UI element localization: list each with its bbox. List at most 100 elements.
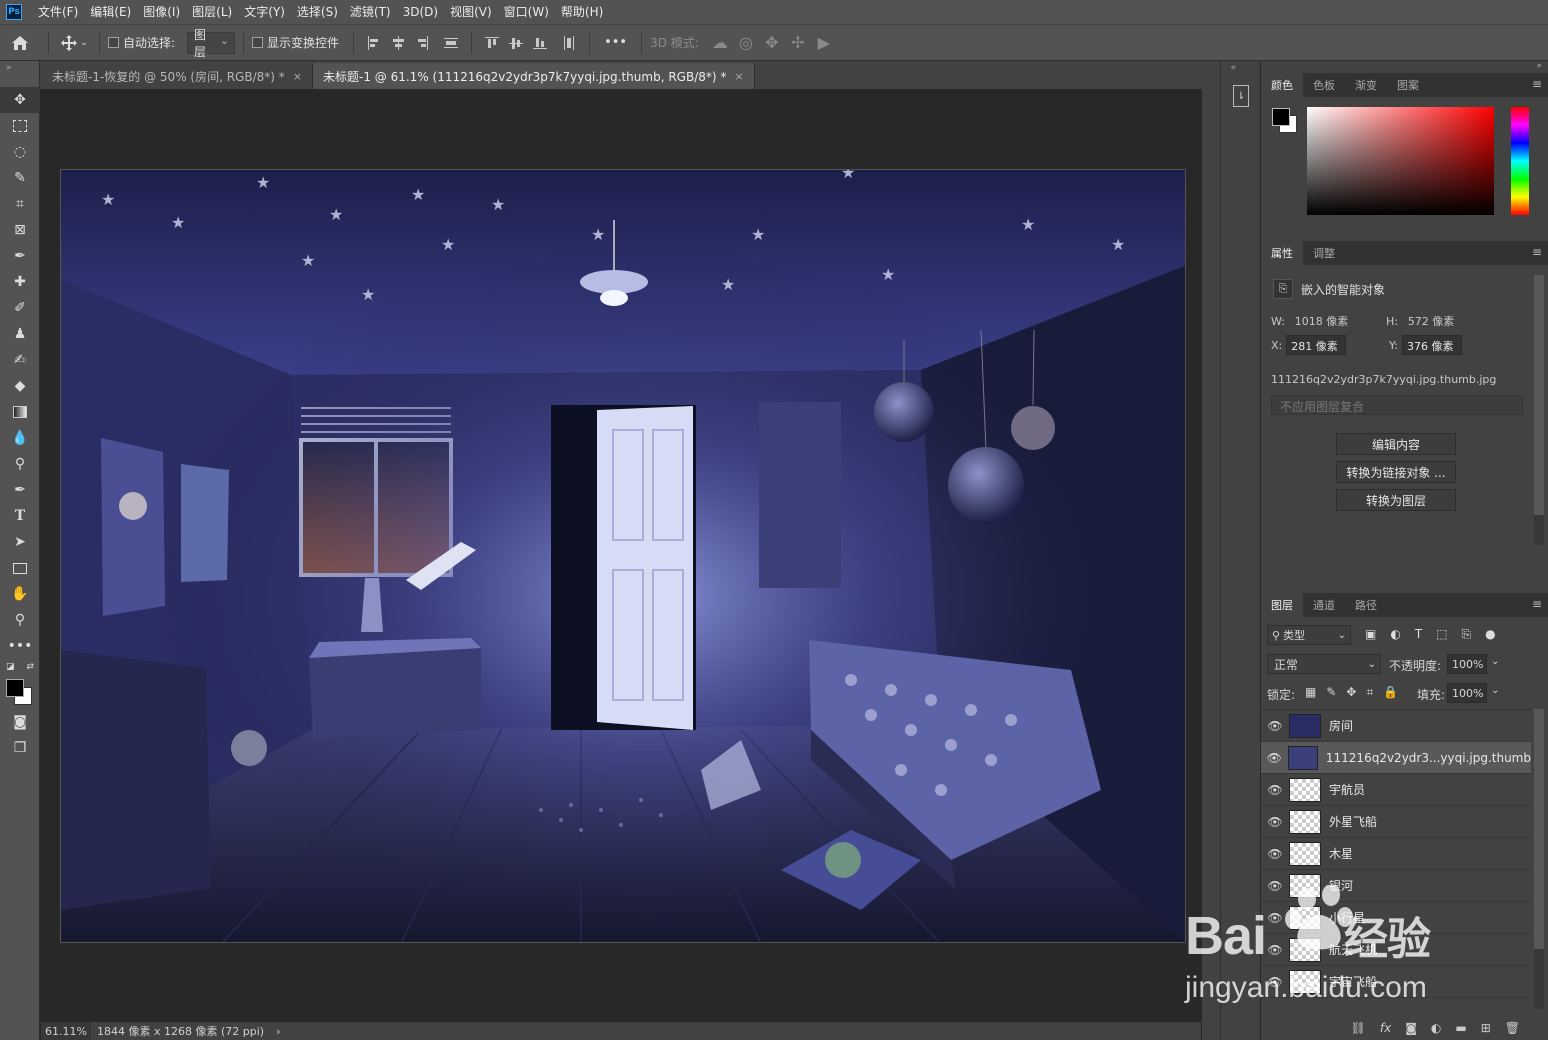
healing-tool[interactable]: ✚ <box>0 269 40 295</box>
adjustment-filter-icon[interactable]: ◐ <box>1390 627 1400 642</box>
pen-tool[interactable]: ✒ <box>0 477 40 503</box>
y-input[interactable]: 376 像素 <box>1401 335 1462 355</box>
lock-pixels-icon[interactable]: ✎ <box>1326 685 1336 700</box>
eye-icon[interactable]: 👁 <box>1261 975 1289 989</box>
tab-paths[interactable]: 路径 <box>1345 593 1387 617</box>
layer-name[interactable]: 房间 <box>1329 717 1353 734</box>
hue-slider[interactable] <box>1511 107 1529 215</box>
tab-document-recovered[interactable]: 未标题-1-恢复的 @ 50% (房间, RGB/8*) * × <box>42 63 313 89</box>
shape-filter-icon[interactable]: ⬚ <box>1436 627 1447 642</box>
eye-icon[interactable]: 👁 <box>1261 719 1289 733</box>
edit-toolbar-button[interactable]: ••• <box>0 633 40 659</box>
tab-properties[interactable]: 属性 <box>1261 241 1303 265</box>
rectangle-tool[interactable] <box>0 555 40 581</box>
tab-gradients[interactable]: 渐变 <box>1345 73 1387 97</box>
collapse-toolbar-icon[interactable]: » <box>0 61 39 87</box>
scrollbar-thumb[interactable] <box>1534 275 1544 515</box>
height-value[interactable]: 572 像素 <box>1408 315 1455 328</box>
quick-select-tool[interactable]: ✎ <box>0 165 40 191</box>
layer-row-spaceship[interactable]: 👁 宇宙飞船 <box>1261 966 1531 998</box>
panel-menu-icon[interactable]: ≡ <box>1532 597 1542 611</box>
layer-row-shuttle[interactable]: 👁 航天飞机 <box>1261 934 1531 966</box>
layer-comp-select[interactable]: 不应用图层复合 <box>1271 395 1523 415</box>
eyedropper-tool[interactable]: ✒ <box>0 243 40 269</box>
fill-input[interactable]: 100% <box>1447 683 1487 703</box>
collapse-panels-icon[interactable]: » <box>1261 61 1548 73</box>
close-icon[interactable]: × <box>734 70 743 83</box>
panel-fg-color-swatch[interactable] <box>1272 108 1290 126</box>
dodge-tool[interactable]: ⚲ <box>0 451 40 477</box>
brush-tool[interactable]: ✐ <box>0 295 40 321</box>
align-left-icon[interactable] <box>367 35 381 50</box>
stamp-tool[interactable]: ♟ <box>0 321 40 347</box>
3d-pan-icon[interactable]: ✥ <box>759 33 785 52</box>
layer-row-galaxy[interactable]: 👁 银河 <box>1261 870 1531 902</box>
eye-icon[interactable]: 👁 <box>1261 879 1289 893</box>
screen-mode-button[interactable]: ❐ <box>0 735 40 761</box>
layer-row-alien-ship[interactable]: 👁 外星飞船 <box>1261 806 1531 838</box>
fx-icon[interactable]: fx <box>1380 1021 1391 1035</box>
layer-row-room[interactable]: 👁 房间 <box>1261 710 1531 742</box>
menu-file[interactable]: 文件(F) <box>32 0 84 24</box>
blur-tool[interactable]: 💧 <box>0 425 40 451</box>
filter-toggle-icon[interactable]: ● <box>1485 627 1495 642</box>
color-field[interactable] <box>1307 107 1494 215</box>
blend-mode-select[interactable]: 正常 ⌄ <box>1267 654 1381 674</box>
lock-artboard-icon[interactable]: ⌗ <box>1366 685 1373 700</box>
status-arrow-icon[interactable]: › <box>276 1025 280 1038</box>
3d-slide-icon[interactable]: ✢ <box>785 33 811 52</box>
type-filter-icon[interactable]: T <box>1415 627 1422 642</box>
hand-tool[interactable]: ✋ <box>0 581 40 607</box>
quick-mask-button[interactable]: ◙ <box>0 709 40 735</box>
align-vcenter-icon[interactable] <box>509 36 524 50</box>
zoom-level[interactable]: 61.11% <box>41 1022 91 1040</box>
tab-color[interactable]: 颜色 <box>1261 73 1303 97</box>
eraser-tool[interactable]: ◆ <box>0 373 40 399</box>
layer-row-astronaut[interactable]: 👁 宇航员 <box>1261 774 1531 806</box>
tab-patterns[interactable]: 图案 <box>1387 73 1429 97</box>
opacity-dropdown-icon[interactable]: ⌄ <box>1491 656 1499 667</box>
eye-icon[interactable]: 👁 <box>1261 847 1289 861</box>
layer-name[interactable]: 外星飞船 <box>1329 813 1377 830</box>
canvas-scrollbar[interactable] <box>1202 89 1220 1040</box>
tab-adjustments[interactable]: 调整 <box>1303 241 1345 265</box>
home-icon[interactable] <box>0 25 40 61</box>
crop-tool[interactable]: ⌗ <box>0 191 40 217</box>
3d-orbit-icon[interactable]: ☁ <box>707 33 733 52</box>
smart-filter-icon[interactable]: ⎘ <box>1462 627 1472 642</box>
menu-layer[interactable]: 图层(L) <box>186 0 238 24</box>
move-tool[interactable]: ✥ <box>0 87 40 113</box>
layer-name[interactable]: 银河 <box>1329 877 1353 894</box>
3d-camera-icon[interactable]: ▶ <box>811 33 837 52</box>
adjustment-icon[interactable]: ◐ <box>1431 1021 1441 1035</box>
x-input[interactable]: 281 像素 <box>1286 335 1347 355</box>
layer-name[interactable]: 111216q2v2ydr3...yyqi.jpg.thumb <box>1326 751 1531 765</box>
lock-all-icon[interactable]: 🔒 <box>1383 685 1398 700</box>
menu-view[interactable]: 视图(V) <box>444 0 498 24</box>
3d-roll-icon[interactable]: ◎ <box>733 33 759 52</box>
frame-tool[interactable]: ⊠ <box>0 217 40 243</box>
zoom-tool[interactable]: ⚲ <box>0 607 40 633</box>
mask-icon[interactable]: ◙ <box>1405 1021 1417 1035</box>
panel-menu-icon[interactable]: ≡ <box>1532 77 1542 91</box>
document-canvas[interactable]: ★ ★ ★ ★ ★ ★ ★ ★ ★ ★ ★ ★ ★ ★ ★ ★ <box>60 169 1186 943</box>
path-select-tool[interactable]: ➤ <box>0 529 40 555</box>
edit-contents-button[interactable]: 编辑内容 <box>1336 433 1456 455</box>
canvas-area[interactable]: ★ ★ ★ ★ ★ ★ ★ ★ ★ ★ ★ ★ ★ ★ ★ ★ <box>41 89 1201 1022</box>
menu-edit[interactable]: 编辑(E) <box>84 0 137 24</box>
menu-select[interactable]: 选择(S) <box>291 0 344 24</box>
layer-filter-select[interactable]: ⚲ 类型 ⌄ <box>1267 625 1351 645</box>
pixel-filter-icon[interactable]: ▣ <box>1365 627 1376 642</box>
distribute-horizontal-icon[interactable] <box>562 35 576 50</box>
gradient-tool[interactable] <box>0 399 40 425</box>
marquee-tool[interactable] <box>0 113 40 139</box>
tab-swatches[interactable]: 色板 <box>1303 73 1345 97</box>
fill-dropdown-icon[interactable]: ⌄ <box>1491 685 1499 696</box>
move-tool-icon[interactable]: ⌄ <box>57 25 91 61</box>
type-tool[interactable]: T <box>0 503 40 529</box>
tab-layers[interactable]: 图层 <box>1261 593 1303 617</box>
layer-row-asteroid[interactable]: 👁 小行星 <box>1261 902 1531 934</box>
eye-icon[interactable]: 👁 <box>1261 815 1289 829</box>
lock-position-icon[interactable]: ✥ <box>1346 685 1356 700</box>
history-brush-tool[interactable]: ✍ <box>0 347 40 373</box>
